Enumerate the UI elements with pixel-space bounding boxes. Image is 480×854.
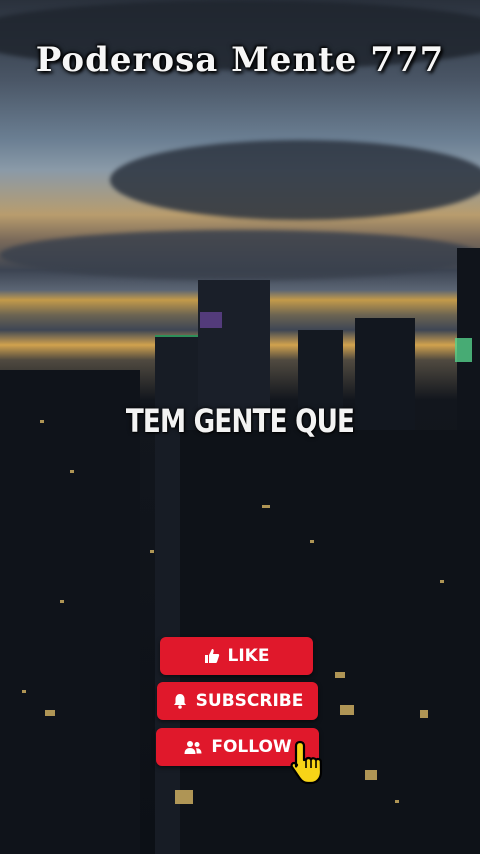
- window-light: [335, 672, 345, 678]
- follow-label: FOLLOW: [211, 737, 292, 757]
- video-caption: TEM GENTE QUE: [125, 402, 355, 440]
- thumbs-up-icon: [204, 649, 219, 663]
- building-light: [455, 338, 472, 362]
- window-light: [262, 505, 270, 508]
- window-light: [22, 690, 26, 693]
- window-light: [70, 470, 74, 473]
- window-light: [45, 710, 55, 716]
- users-icon: [184, 741, 202, 754]
- window-light: [340, 705, 354, 715]
- subscribe-label: SUBSCRIBE: [195, 691, 304, 711]
- channel-title: Poderosa Mente 777: [35, 40, 445, 80]
- window-light: [175, 790, 193, 804]
- window-light: [395, 800, 399, 803]
- building: [0, 370, 140, 854]
- cloud: [0, 230, 480, 280]
- window-light: [310, 540, 314, 543]
- window-light: [365, 770, 377, 780]
- window-light: [420, 710, 428, 718]
- window-light: [440, 580, 444, 583]
- building-light: [200, 312, 222, 328]
- window-light: [150, 550, 154, 553]
- subscribe-button[interactable]: SUBSCRIBE: [157, 682, 318, 720]
- window-light: [60, 600, 64, 603]
- bell-icon: [173, 694, 186, 709]
- like-label: LIKE: [227, 646, 270, 666]
- like-button[interactable]: LIKE: [160, 637, 313, 675]
- pointing-hand-icon: [290, 740, 323, 785]
- cloud: [110, 140, 480, 220]
